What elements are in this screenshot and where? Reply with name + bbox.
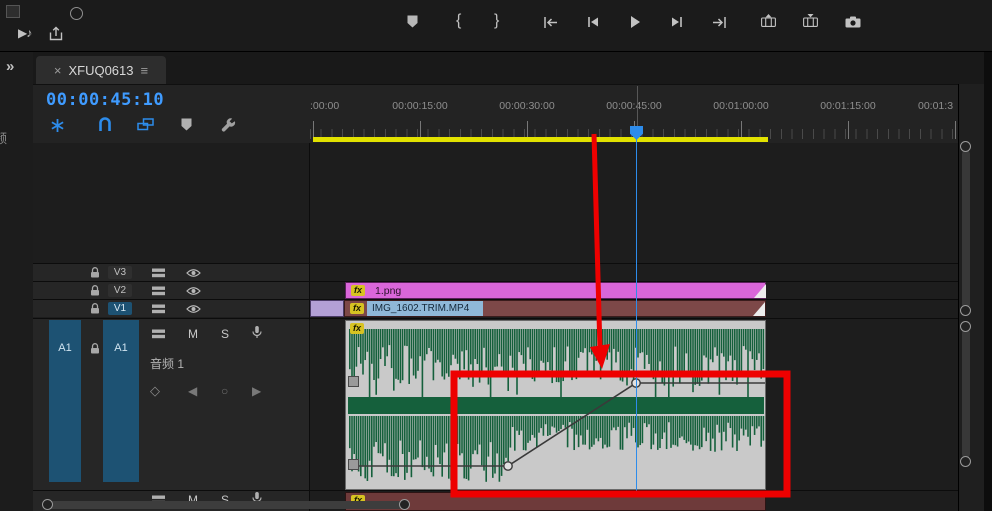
ruler-tick-label: 00:01:15:00 — [820, 100, 875, 112]
clip-v2-1png[interactable]: fx 1.png — [345, 282, 766, 299]
fade-handle[interactable] — [348, 376, 359, 387]
previous-keyframe-icon[interactable]: ◀ — [188, 384, 197, 398]
track-visibility-eye-icon[interactable] — [186, 304, 201, 314]
ruler-major-tick — [955, 121, 956, 139]
panel-corner-icon[interactable] — [6, 5, 20, 18]
export-icon[interactable] — [48, 26, 64, 41]
step-forward-icon[interactable] — [671, 16, 683, 28]
lock-icon[interactable] — [90, 343, 100, 354]
sync-lock-icon[interactable] — [152, 286, 165, 296]
playhead-line[interactable] — [636, 139, 637, 492]
scrollbar-knob[interactable] — [42, 499, 53, 510]
header-content-divider — [309, 143, 310, 511]
mark-out-icon[interactable]: } — [494, 12, 499, 30]
vertical-scrollbar-track-audio[interactable] — [962, 329, 970, 458]
clip-v1-img1602[interactable]: fx IMG_1602.TRIM.MP4 — [344, 300, 766, 317]
lift-icon[interactable] — [761, 14, 776, 27]
track-visibility-eye-icon[interactable] — [186, 268, 201, 278]
clip-a1-audio[interactable]: fx — [345, 320, 766, 490]
ruler-tick-label: :00:00 — [310, 100, 339, 112]
volume-rubber-band[interactable] — [350, 379, 765, 470]
track-target-v1[interactable]: V1 — [108, 302, 132, 315]
track-header-a1: A1 A1 M S 音频 1 ◇ ◀ ○ ▶ — [33, 319, 309, 490]
track-visibility-eye-icon[interactable] — [186, 286, 201, 296]
voiceover-mic-icon[interactable] — [252, 326, 262, 339]
scrollbar-knob[interactable] — [960, 305, 971, 316]
timeline-add-marker-icon[interactable] — [181, 118, 192, 131]
ruler-major-tick — [848, 121, 849, 139]
go-to-in-icon[interactable] — [543, 16, 558, 29]
nest-toggle-icon[interactable] — [50, 118, 65, 133]
linked-selection-icon[interactable] — [137, 118, 154, 131]
show-keyframes-icon[interactable]: ◇ — [150, 383, 160, 399]
audio-source-patch-a1[interactable]: A1 — [49, 320, 81, 482]
audio-waveform — [346, 321, 766, 490]
mark-in-icon[interactable]: { — [456, 12, 461, 30]
audio-track-name[interactable]: 音频 1 — [150, 355, 184, 372]
track-target-v3[interactable]: V3 — [108, 266, 132, 279]
right-edge — [984, 52, 992, 511]
sync-lock-icon[interactable] — [152, 329, 165, 339]
step-back-icon[interactable] — [587, 16, 599, 28]
track-header-v1: V1 — [33, 300, 309, 317]
timeline-tab[interactable]: × XFUQ0613 ≡ — [36, 56, 166, 84]
next-keyframe-icon[interactable]: ▶ — [252, 384, 261, 398]
export-frame-camera-icon[interactable] — [845, 16, 861, 28]
solo-button[interactable]: S — [221, 327, 229, 341]
audio-track-target-a1[interactable]: A1 — [103, 320, 139, 482]
clip-end-notch — [753, 302, 765, 316]
track-header-v2: V2 — [33, 282, 309, 299]
playhead-timecode[interactable]: 00:00:45:10 — [46, 90, 164, 110]
fx-badge[interactable]: fx — [350, 303, 364, 314]
program-monitor-toolbar: ▶♪ { } — [0, 0, 992, 52]
clip-name: IMG_1602.TRIM.MP4 — [372, 303, 469, 314]
work-area-bar[interactable] — [313, 137, 768, 142]
snap-magnet-icon[interactable] — [98, 116, 112, 132]
scrollbar-knob[interactable] — [960, 321, 971, 332]
lock-icon[interactable] — [90, 267, 100, 278]
fx-badge[interactable]: fx — [350, 323, 364, 334]
scrollbar-knob[interactable] — [960, 141, 971, 152]
premiere-timeline-screenshot: ▶♪ { } — [0, 0, 992, 511]
left-rail: » 频 — [0, 52, 34, 511]
ruler-tick-label: 00:01:00:00 — [713, 100, 768, 112]
ruler-tick-label: 00:00:45:00 — [606, 100, 661, 112]
clipped-panel-label: 频 — [0, 128, 7, 147]
scrollbar-knob[interactable] — [960, 456, 971, 467]
add-marker-icon[interactable] — [407, 15, 418, 28]
horizontal-scrollbar-thumb[interactable] — [47, 501, 405, 509]
panel-menu-icon[interactable]: ≡ — [141, 63, 149, 78]
tab-close-icon[interactable]: × — [54, 63, 62, 78]
extract-icon[interactable] — [803, 14, 818, 27]
play-audio-icon[interactable]: ▶♪ — [18, 26, 31, 40]
go-to-out-icon[interactable] — [712, 16, 727, 29]
lock-icon[interactable] — [90, 285, 100, 296]
clip-v1-head[interactable] — [310, 300, 344, 317]
track-header-v3: V3 — [33, 264, 309, 281]
playhead-upper-line — [637, 86, 638, 126]
tab-title[interactable]: XFUQ0613 — [68, 63, 133, 78]
mute-button[interactable]: M — [188, 327, 198, 341]
timeline-tab-bar: × XFUQ0613 ≡ — [33, 52, 992, 85]
fx-badge[interactable]: fx — [351, 285, 365, 296]
track-target-v2[interactable]: V2 — [108, 284, 132, 297]
timeline-settings-wrench-icon[interactable] — [221, 117, 236, 132]
clip-end-notch — [754, 284, 766, 298]
play-icon[interactable] — [629, 15, 641, 29]
fade-handle[interactable] — [348, 459, 359, 470]
knob-icon[interactable] — [70, 7, 83, 20]
vertical-scrollbar-track-video[interactable] — [962, 150, 970, 308]
sync-lock-icon[interactable] — [152, 268, 165, 278]
scrollbar-knob[interactable] — [399, 499, 410, 510]
lock-icon[interactable] — [90, 303, 100, 314]
volume-keyframe — [504, 462, 512, 470]
ruler-tick-label: 00:00:15:00 — [392, 100, 447, 112]
add-keyframe-icon[interactable]: ○ — [221, 384, 228, 398]
clip-name: 1.png — [375, 285, 401, 297]
sync-lock-icon[interactable] — [152, 304, 165, 314]
ruler-tick-label: 00:01:3 — [918, 100, 953, 112]
ruler-tick-label: 00:00:30:00 — [499, 100, 554, 112]
expand-panel-chevrons[interactable]: » — [6, 58, 14, 75]
